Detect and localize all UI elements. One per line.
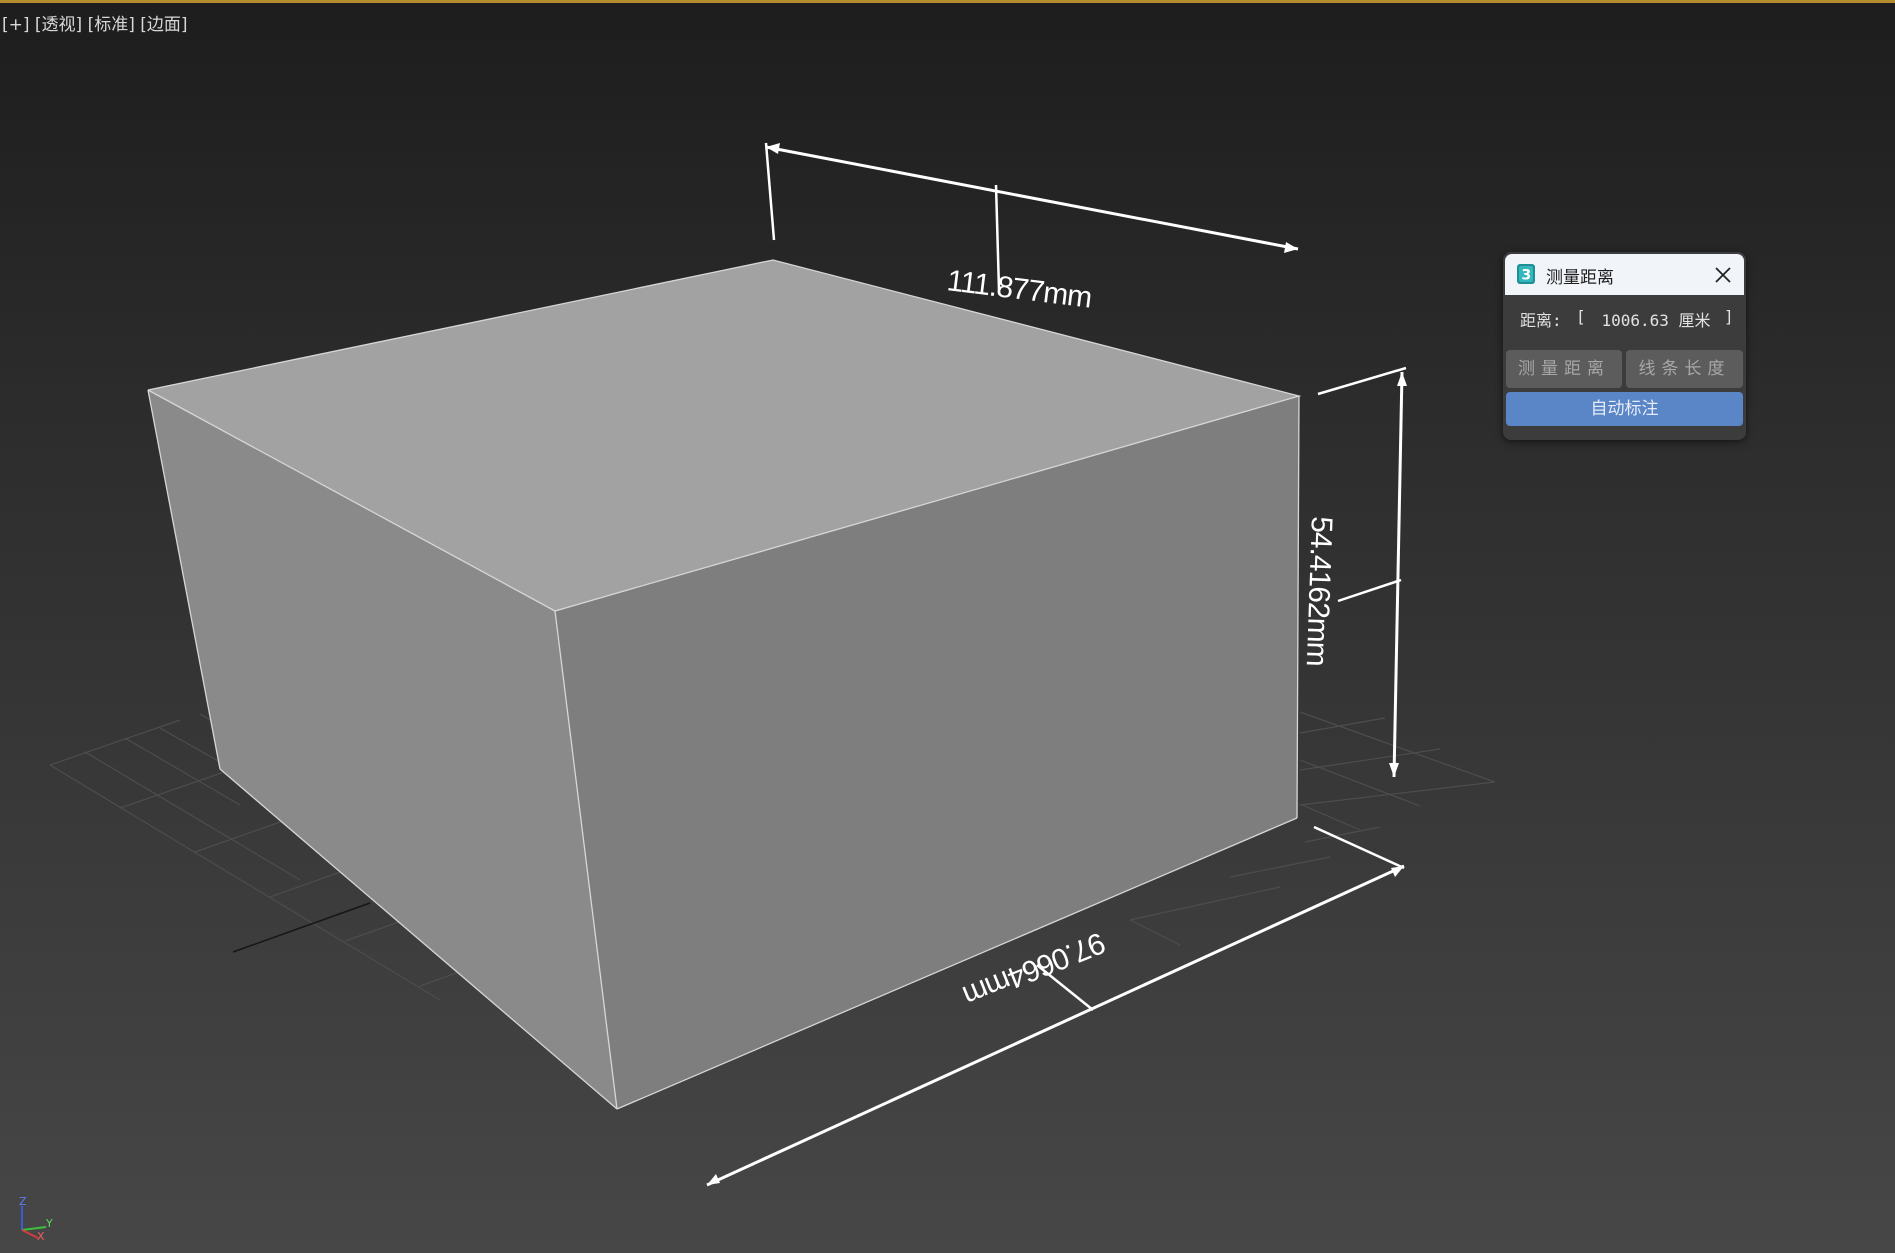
line-length-button[interactable]: 线条长度 xyxy=(1626,350,1743,388)
dialog-titlebar[interactable]: 3 测量距离 xyxy=(1505,254,1744,295)
width-dimension-label: 111.877mm xyxy=(945,264,1093,314)
x-axis-line xyxy=(21,1229,39,1239)
measure-distance-button[interactable]: 测量距离 xyxy=(1506,350,1622,388)
auto-annotate-button[interactable]: 自动标注 xyxy=(1506,392,1743,426)
svg-text:3: 3 xyxy=(1522,268,1532,284)
distance-readout: 距离: [ 1006.63 厘米 ] xyxy=(1503,307,1746,335)
height-dimension-label: 54.4162mm xyxy=(1300,516,1338,666)
x-axis-label: X xyxy=(37,1230,45,1240)
width-dimension[interactable] xyxy=(764,142,1299,291)
distance-label: 距离: xyxy=(1520,311,1562,330)
measure-distance-dialog: 3 测量距离 距离: [ 1006.63 厘米 ] 测量距离 线条长度 自动标注 xyxy=(1503,252,1746,440)
close-icon[interactable] xyxy=(1708,260,1738,290)
distance-value: 1006.63 厘米 xyxy=(1601,311,1711,330)
axis-gizmo: Z Y X xyxy=(19,1196,53,1240)
3d-viewport[interactable]: [+] [透视] [标准] [边面] 111.877mm 54.4162mm 9… xyxy=(0,0,1895,1253)
y-axis-label: Y xyxy=(45,1217,53,1230)
scene-canvas[interactable]: 111.877mm 54.4162mm 97.0664mm xyxy=(0,0,1895,1253)
z-axis-label: Z xyxy=(19,1196,27,1208)
box-object[interactable] xyxy=(147,259,1302,1110)
grid-axis-line xyxy=(232,902,371,953)
distance-bracket-close: ] xyxy=(1724,307,1734,326)
distance-bracket-open: [ xyxy=(1576,307,1586,326)
3dsmax-app-icon: 3 xyxy=(1517,264,1535,284)
dialog-title: 测量距离 xyxy=(1546,268,1614,288)
